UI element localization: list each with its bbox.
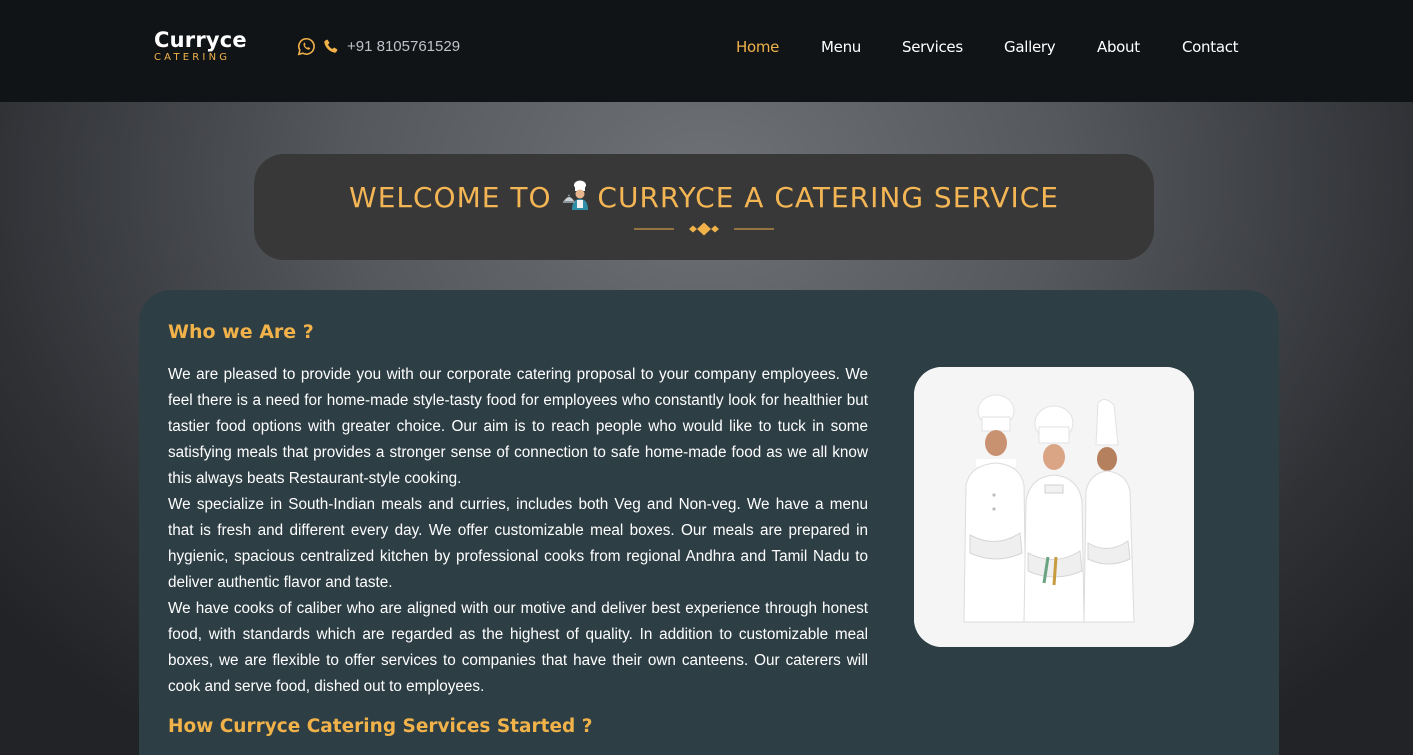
- brand-logo[interactable]: Curryce CATERING: [154, 28, 247, 64]
- brand-subtitle: CATERING: [154, 52, 231, 63]
- who-we-are-heading: Who we Are ?: [168, 321, 314, 343]
- nav-contact[interactable]: Contact: [1182, 38, 1239, 56]
- chef-icon: [563, 180, 595, 217]
- brand-name: Curryce: [154, 28, 247, 52]
- nav-services[interactable]: Services: [902, 38, 963, 56]
- phone-icon[interactable]: [322, 38, 339, 55]
- whatsapp-icon[interactable]: [297, 37, 316, 56]
- phone-number[interactable]: +91 8105761529: [347, 38, 460, 55]
- about-text: We are pleased to provide you with our c…: [168, 362, 868, 700]
- nav-about[interactable]: About: [1097, 38, 1140, 56]
- nav-home[interactable]: Home: [736, 38, 779, 56]
- welcome-banner: WELCOME TO CURRYCE A CATERING SERVICE: [254, 154, 1154, 260]
- nav-menu[interactable]: Menu: [821, 38, 861, 56]
- welcome-title-suffix: CURRYCE A CATERING SERVICE: [597, 181, 1059, 214]
- about-paragraph: We have cooks of caliber who are aligned…: [168, 600, 868, 695]
- welcome-title: WELCOME TO CURRYCE A CATERING SERVICE: [254, 180, 1154, 217]
- welcome-title-prefix: WELCOME TO: [349, 181, 552, 214]
- contact-phone[interactable]: +91 8105761529: [297, 37, 460, 56]
- title-divider: [634, 222, 774, 236]
- chefs-illustration: [914, 367, 1194, 647]
- about-paragraph: We are pleased to provide you with our c…: [168, 366, 868, 487]
- chefs-image: [914, 367, 1194, 647]
- how-started-heading: How Curryce Catering Services Started ?: [168, 716, 593, 737]
- about-paragraph: We specialize in South-Indian meals and …: [168, 496, 868, 591]
- about-card: Who we Are ? We are pleased to provide y…: [139, 290, 1279, 755]
- nav-gallery[interactable]: Gallery: [1004, 38, 1056, 56]
- top-navbar: Curryce CATERING +91 8105761529 Home Men…: [0, 0, 1413, 102]
